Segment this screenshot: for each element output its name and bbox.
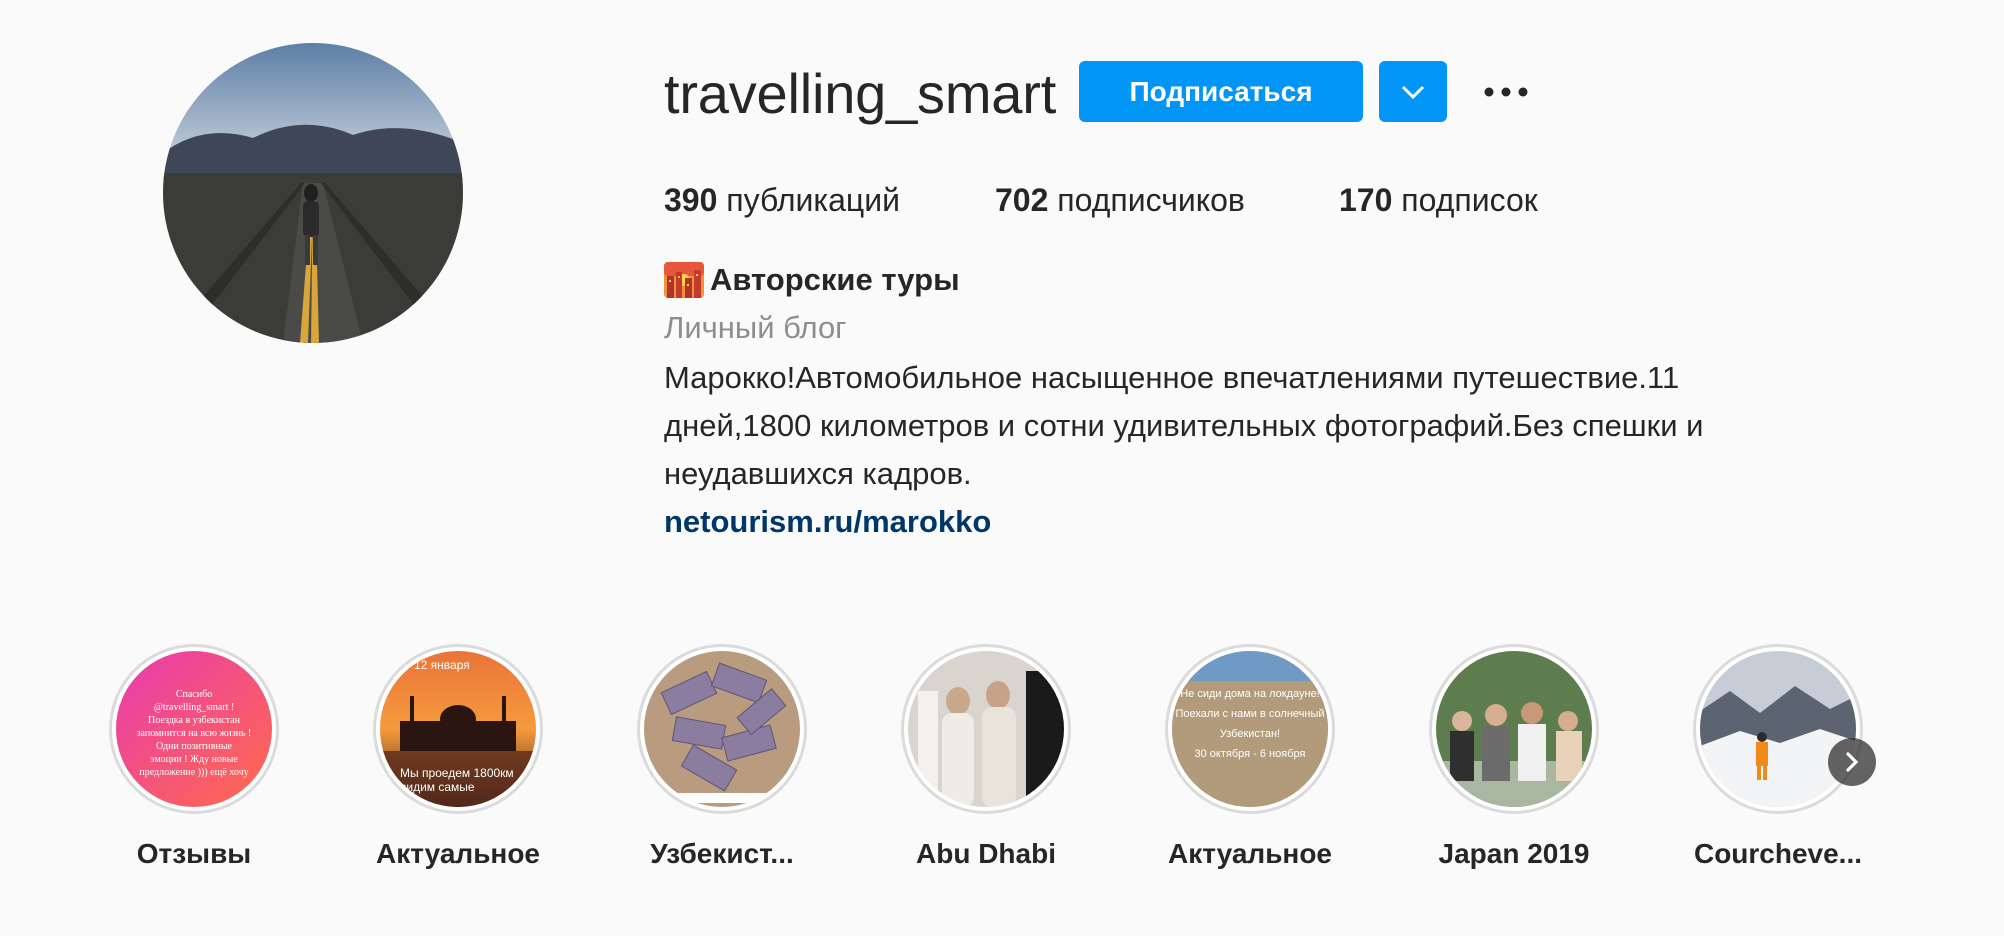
following-label: подписок — [1401, 182, 1538, 218]
highlight-cover-text: Узбекистан! — [1220, 728, 1280, 740]
highlight-item[interactable]: 12 января Мы проедем 1800км видим самые Ак… — [368, 644, 548, 872]
following-count[interactable]: 170 подписок — [1339, 178, 1538, 222]
profile-username: travelling_smart — [664, 62, 1057, 125]
highlight-cover-text: 30 октября - 6 ноября — [1195, 748, 1306, 760]
profile-avatar[interactable] — [163, 43, 463, 343]
profile-bio: Марокко!Автомобильное насыщенное впечатл… — [664, 360, 1704, 491]
highlight-label: Courcheve... — [1693, 838, 1863, 869]
highlight-cover-text: видим самые — [400, 780, 475, 794]
profile-full-name: Авторские туры — [664, 258, 960, 302]
posts-count: 390 публикаций — [664, 178, 900, 222]
more-options-button[interactable] — [1476, 72, 1536, 112]
follow-button[interactable]: Подписаться — [1079, 61, 1363, 122]
highlight-ring: Спасибо @travelling_smart ! Поездка в узбе… — [109, 644, 279, 814]
highlight-ring — [901, 644, 1071, 814]
highlight-ring — [1429, 644, 1599, 814]
highlight-cover-text: Мы проедем 1800км — [400, 766, 514, 780]
highlight-cover: Не сиди дома на локдауне! Поехали с нами … — [1172, 651, 1328, 807]
highlight-cover-text: 12 января — [414, 658, 470, 672]
highlight-item[interactable]: Спасибо @travelling_smart ! Поездка в узбе… — [104, 644, 284, 872]
avatar-photo — [163, 43, 463, 343]
highlight-item[interactable]: Abu Dhabi — [896, 644, 1076, 872]
sunset-city-emoji — [664, 262, 704, 298]
highlight-cover-text: Поехали с нами в солнечный — [1175, 708, 1324, 720]
highlight-cover: 12 января Мы проедем 1800км видим самые — [380, 651, 536, 807]
highlights-next-button[interactable] — [1828, 738, 1876, 786]
highlight-cover — [1700, 651, 1856, 807]
posts-value: 390 — [664, 182, 718, 218]
chevron-right-icon — [1846, 752, 1859, 772]
highlight-label: Актуальное — [375, 838, 540, 869]
highlight-cover-text: эмоции ! Жду новые — [150, 754, 238, 765]
highlight-ring: 12 января Мы проедем 1800км видим самые — [373, 644, 543, 814]
highlight-label: Abu Dhabi — [916, 838, 1056, 869]
highlight-item[interactable]: Не сиди дома на локдауне! Поехали с нами … — [1160, 644, 1340, 872]
highlight-ring: Не сиди дома на локдауне! Поехали с нами … — [1165, 644, 1335, 814]
full-name-text: Авторские туры — [710, 262, 960, 297]
highlight-cover-text: Поездка в узбекистан — [148, 715, 241, 726]
highlight-cover-text: предложение ))) ещё хочу — [139, 767, 248, 778]
highlight-label: Актуальное — [1167, 838, 1332, 869]
highlight-label: Japan 2019 — [1438, 838, 1590, 869]
followers-label: подписчиков — [1057, 182, 1245, 218]
posts-label: публикаций — [726, 182, 900, 218]
highlight-ring — [1693, 644, 1863, 814]
highlight-cover-text: Спасибо — [176, 689, 212, 700]
following-value: 170 — [1339, 182, 1393, 218]
profile-category: Личный блог — [664, 310, 847, 345]
highlight-label: Узбекист... — [650, 838, 794, 869]
profile-website-link[interactable]: netourism.ru/marokko — [664, 500, 991, 544]
followers-value: 702 — [995, 182, 1049, 218]
highlight-cover-text: Одни позитивные — [156, 741, 233, 752]
highlight-item[interactable]: Japan 2019 — [1424, 644, 1604, 872]
highlight-cover-text: запомнится на всю жизнь ! — [137, 728, 252, 739]
highlight-ring — [637, 644, 807, 814]
chevron-down-icon — [1401, 85, 1425, 99]
highlight-item[interactable]: Узбекист... — [632, 644, 812, 872]
highlight-cover — [1436, 651, 1592, 807]
highlight-label: Отзывы — [136, 838, 252, 869]
highlight-cover: Спасибо @travelling_smart ! Поездка в узбе… — [116, 651, 272, 807]
more-options-icon — [1484, 87, 1528, 97]
highlight-cover — [644, 651, 800, 807]
followers-count[interactable]: 702 подписчиков — [995, 178, 1245, 222]
highlight-cover-text: Не сиди дома на локдауне! — [1180, 688, 1320, 700]
highlight-cover — [908, 651, 1064, 807]
highlight-cover-text: @travelling_smart ! — [154, 702, 235, 713]
suggested-dropdown-button[interactable] — [1379, 61, 1447, 122]
